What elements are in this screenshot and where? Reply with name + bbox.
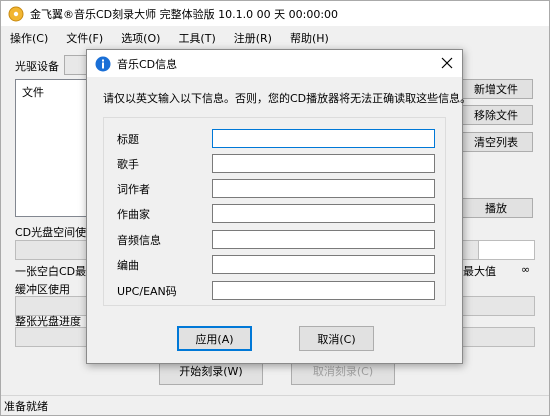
play-button[interactable]: 播放 (459, 198, 533, 218)
menu-tools[interactable]: 工具(T) (169, 30, 224, 46)
menu-bar: 操作(C) 文件(F) 选项(O) 工具(T) 注册(R) 帮助(H) (1, 28, 549, 48)
dialog-cancel-button[interactable]: 取消(C) (299, 326, 374, 351)
close-icon[interactable] (440, 56, 454, 70)
max-label: 最大值 (463, 265, 496, 278)
app-logo-icon (8, 6, 24, 21)
lyricist-field[interactable] (212, 179, 435, 198)
menu-register[interactable]: 注册(R) (225, 30, 281, 46)
dialog-message: 请仅以英文输入以下信息。否则，您的CD播放器将无法正确读取这些信息。 (103, 92, 472, 105)
menu-help[interactable]: 帮助(H) (281, 30, 338, 46)
window-title: 金飞翼®音乐CD刻录大师 完整体验版 10.1.0 00 天 00:00:00 (30, 7, 339, 21)
field-label-upc: UPC/EAN码 (117, 285, 177, 298)
clear-list-button[interactable]: 清空列表 (459, 132, 533, 152)
menu-options[interactable]: 选项(O) (112, 30, 169, 46)
apply-button[interactable]: 应用(A) (177, 326, 252, 351)
arranger-field[interactable] (212, 255, 435, 274)
dialog-title-bar: 音乐CD信息 (87, 50, 462, 77)
file-list-header: 文件 (22, 86, 44, 99)
field-label-arranger: 编曲 (117, 259, 139, 272)
artist-field[interactable] (212, 154, 435, 173)
upc-ean-field[interactable] (212, 281, 435, 300)
field-label-title: 标题 (117, 133, 139, 146)
remove-file-button[interactable]: 移除文件 (459, 105, 533, 125)
field-label-composer: 作曲家 (117, 208, 150, 221)
buffer-label: 缓冲区使用 (15, 283, 70, 296)
title-field[interactable] (212, 129, 435, 148)
audio-info-field[interactable] (212, 230, 435, 249)
dialog-title: 音乐CD信息 (117, 57, 178, 71)
info-icon (95, 56, 111, 71)
status-text: 准备就绪 (4, 399, 48, 413)
max-value: ∞ (521, 263, 531, 276)
composer-field[interactable] (212, 204, 435, 223)
drive-label: 光驱设备 (15, 60, 59, 73)
cd-info-dialog: 音乐CD信息 请仅以英文输入以下信息。否则，您的CD播放器将无法正确读取这些信息… (86, 49, 471, 364)
cd-space-label: CD光盘空间使用 (15, 226, 98, 239)
field-label-artist: 歌手 (117, 158, 139, 171)
field-label-lyricist: 词作者 (117, 183, 150, 196)
menu-operation[interactable]: 操作(C) (1, 30, 57, 46)
cd-space-bar-end (478, 240, 535, 260)
field-label-audio-info: 音频信息 (117, 234, 161, 247)
menu-file[interactable]: 文件(F) (57, 30, 112, 46)
title-bar: 金飞翼®音乐CD刻录大师 完整体验版 10.1.0 00 天 00:00:00 (1, 1, 549, 26)
status-bar: 准备就绪 (1, 395, 549, 415)
blank-cd-text: 一张空白CD最多 (15, 265, 98, 278)
